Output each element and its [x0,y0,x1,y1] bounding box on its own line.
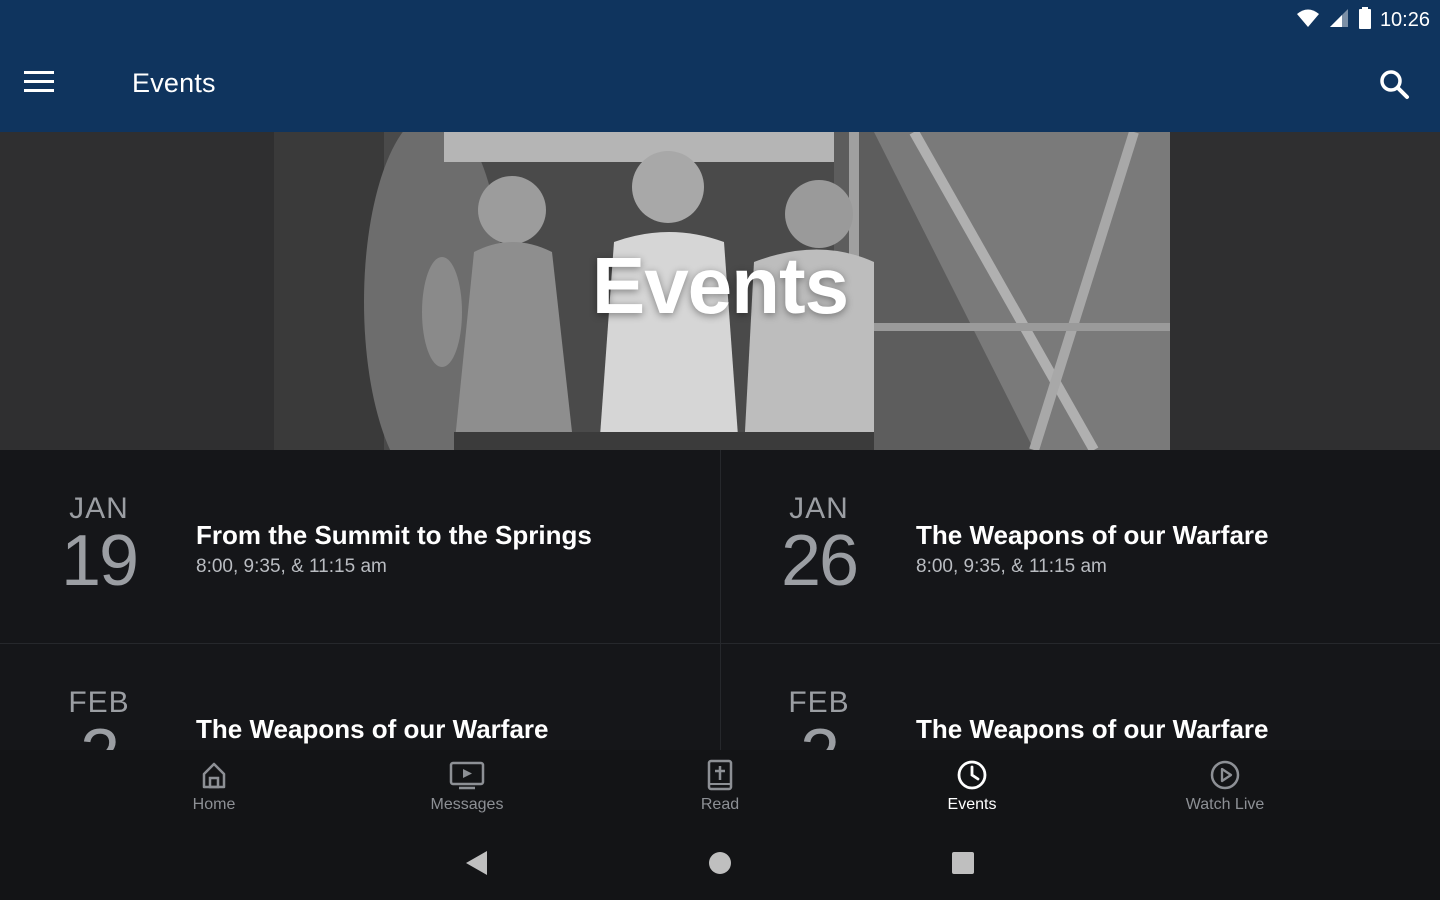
wifi-icon [1296,8,1320,33]
search-icon [1378,68,1410,105]
app-bar: Events [0,40,1440,132]
event-card[interactable]: JAN 19 From the Summit to the Springs 8:… [0,450,720,643]
home-icon [144,758,284,792]
system-navigation-bar [0,830,1440,900]
play-circle-icon [1155,758,1295,792]
hamburger-menu-icon [24,70,54,98]
nav-home[interactable]: Home [144,758,284,814]
search-button[interactable] [1370,62,1418,110]
battery-icon [1358,6,1372,34]
recents-button[interactable] [945,850,981,880]
event-title: From the Summit to the Springs [196,520,592,550]
nav-label: Read [700,796,740,813]
event-day: 26 [780,521,859,601]
events-grid: JAN 19 From the Summit to the Springs 8:… [0,450,1440,750]
nav-read[interactable]: Read [650,758,790,814]
bible-icon [650,758,790,792]
hero-title: Events [591,241,849,330]
event-title: The Weapons of our Warfare [196,714,549,744]
event-day: 19 [60,521,139,601]
event-card[interactable]: FEB 2 The Weapons of our Warfare [0,644,720,750]
page-title: Events [132,68,216,98]
nav-events[interactable]: Events [902,758,1042,814]
menu-button[interactable] [24,64,84,104]
bottom-navigation: Home Messages Read Events Watch Live [0,750,1440,830]
nav-watch-live[interactable]: Watch Live [1155,758,1295,814]
status-icons: 10:26 [1296,6,1430,34]
event-time: 8:00, 9:35, & 11:15 am [196,556,387,577]
hero-banner: Events [0,132,1440,450]
recents-square-icon [950,850,976,881]
home-circle-icon [707,850,733,881]
tv-icon [397,758,537,792]
status-time: 10:26 [1379,8,1430,31]
nav-label: Events [947,796,997,813]
event-day: 2 [56,714,142,750]
status-bar: 10:26 [0,0,1440,40]
event-day: 2 [776,714,862,750]
event-time: 8:00, 9:35, & 11:15 am [916,556,1107,577]
event-card[interactable]: FEB 2 The Weapons of our Warfare [720,644,1440,750]
nav-messages[interactable]: Messages [397,758,537,814]
back-button[interactable] [458,850,494,880]
signal-icon [1328,8,1350,33]
clock-icon [902,758,1042,792]
nav-label: Messages [430,796,504,813]
event-title: The Weapons of our Warfare [916,520,1269,550]
back-triangle-icon [463,849,489,882]
home-system-button[interactable] [702,850,738,880]
nav-label: Watch Live [1185,796,1265,813]
event-card[interactable]: JAN 26 The Weapons of our Warfare 8:00, … [720,450,1440,643]
event-title: The Weapons of our Warfare [916,714,1269,744]
nav-label: Home [192,796,236,813]
